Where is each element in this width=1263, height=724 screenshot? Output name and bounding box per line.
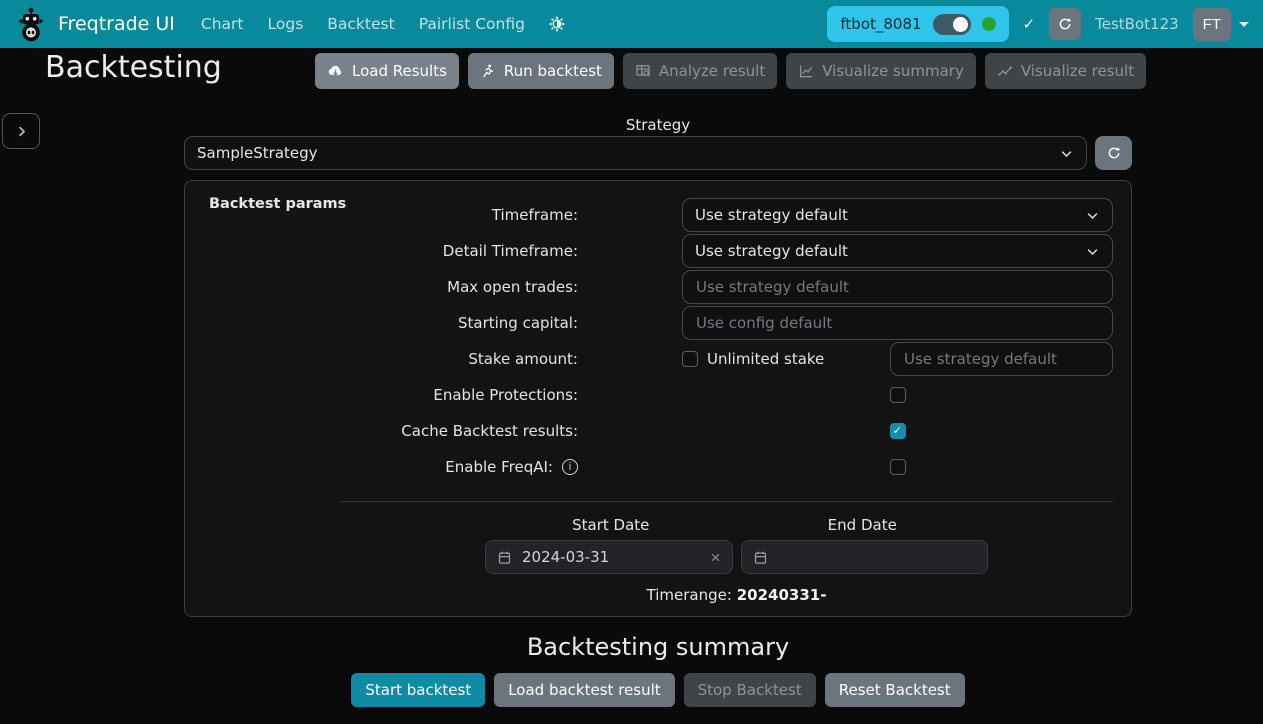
load-backtest-result-button[interactable]: Load backtest result xyxy=(494,673,674,707)
nav-link-backtest[interactable]: Backtest xyxy=(327,15,394,33)
backtesting-page: Freqtrade UI Chart Logs Backtest Pairlis… xyxy=(0,0,1263,724)
end-date-input[interactable] xyxy=(741,540,989,574)
max-open-trades-row: Max open trades: xyxy=(203,269,1113,305)
navbar-right: ftbot_8081 ✓ TestBot123 FT xyxy=(827,6,1249,42)
bot-selector[interactable]: ftbot_8081 xyxy=(827,6,1008,42)
visualize-result-button[interactable]: Visualize result xyxy=(985,53,1146,89)
detail-timeframe-select[interactable]: Use strategy default xyxy=(682,234,1113,268)
analyze-result-button[interactable]: Analyze result xyxy=(623,53,777,89)
max-open-trades-label: Max open trades: xyxy=(203,278,578,296)
starting-capital-label: Starting capital: xyxy=(203,314,578,332)
top-navbar: Freqtrade UI Chart Logs Backtest Pairlis… xyxy=(0,0,1263,48)
cache-results-checkbox[interactable]: ✓ xyxy=(890,423,906,439)
strategy-label: Strategy xyxy=(184,116,1132,134)
timerange-section: Start Date End Date 2024-03-31 × xyxy=(485,516,988,604)
chevron-down-icon xyxy=(1085,208,1100,223)
timeframe-select[interactable]: Use strategy default xyxy=(682,198,1113,232)
end-date-label: End Date xyxy=(737,516,989,534)
timerange-display: Timerange: 20240331- xyxy=(485,586,988,604)
calendar-icon xyxy=(497,550,512,565)
start-date-label: Start Date xyxy=(485,516,737,534)
run-backtest-button[interactable]: Run backtest xyxy=(468,53,614,89)
visualize-summary-button[interactable]: Visualize summary xyxy=(786,53,976,89)
enable-freqai-checkbox[interactable] xyxy=(890,459,906,475)
max-open-trades-input[interactable] xyxy=(682,270,1113,304)
refresh-all-button[interactable] xyxy=(1049,8,1081,40)
reload-strategies-button[interactable] xyxy=(1095,136,1132,170)
toggle-knob xyxy=(953,17,968,32)
chevron-down-icon xyxy=(1059,146,1074,161)
cloud-download-icon xyxy=(327,63,344,80)
check-icon: ✓ xyxy=(1023,15,1036,33)
calendar-icon xyxy=(753,550,768,565)
theme-toggle-icon[interactable] xyxy=(547,14,567,34)
stake-amount-row: Stake amount: Unlimited stake xyxy=(203,341,1113,377)
enable-protections-label: Enable Protections: xyxy=(203,386,578,404)
starting-capital-input[interactable] xyxy=(682,306,1113,340)
cache-results-label: Cache Backtest results: xyxy=(203,422,578,440)
strategy-select[interactable]: SampleStrategy xyxy=(184,136,1087,170)
info-icon[interactable]: i xyxy=(562,459,578,475)
stake-amount-input[interactable] xyxy=(890,342,1113,376)
check-icon: ✓ xyxy=(893,425,903,437)
unlimited-stake-checkbox[interactable] xyxy=(682,351,698,367)
brand-title: Freqtrade UI xyxy=(58,13,175,35)
backtest-setup: Strategy SampleStrategy Backtest params … xyxy=(184,110,1132,707)
stake-amount-label: Stake amount: xyxy=(203,350,578,368)
enable-freqai-label: Enable FreqAI: xyxy=(445,458,553,476)
header-actions: Load Results Run backtest Analyze resu xyxy=(315,53,1146,89)
load-results-button[interactable]: Load Results xyxy=(315,53,459,89)
page-title: Backtesting xyxy=(45,50,222,85)
divider xyxy=(340,501,1113,502)
summary-title: Backtesting summary xyxy=(184,633,1132,661)
nav-link-pairlist-config[interactable]: Pairlist Config xyxy=(419,15,525,33)
start-date-value: 2024-03-31 xyxy=(522,548,609,566)
expand-sidebar-button[interactable] xyxy=(2,113,40,149)
chevron-right-icon xyxy=(14,124,29,139)
panel-title: Backtest params xyxy=(209,196,346,212)
params-form: Timeframe: Use strategy default Detail T… xyxy=(185,181,1131,485)
freqtrade-robot-logo-icon xyxy=(14,6,48,42)
enable-protections-row: Enable Protections: xyxy=(203,377,1113,413)
nav-link-logs[interactable]: Logs xyxy=(268,15,304,33)
detail-timeframe-row: Detail Timeframe: Use strategy default xyxy=(203,233,1113,269)
summary-actions: Start backtest Load backtest result Stop… xyxy=(184,673,1132,707)
run-icon xyxy=(480,63,496,79)
enable-freqai-row: Enable FreqAI: i xyxy=(203,449,1113,485)
strategy-row: SampleStrategy xyxy=(184,136,1132,170)
table-search-icon xyxy=(635,63,651,79)
cache-results-row: Cache Backtest results: ✓ xyxy=(203,413,1113,449)
detail-timeframe-label: Detail Timeframe: xyxy=(203,242,578,260)
brand[interactable]: Freqtrade UI xyxy=(14,6,175,42)
backtest-params-panel: Backtest params Timeframe: Use strategy … xyxy=(184,180,1132,617)
scatter-chart-icon xyxy=(997,63,1013,79)
start-backtest-button[interactable]: Start backtest xyxy=(351,673,485,707)
nav-link-chart[interactable]: Chart xyxy=(201,15,244,33)
online-status-dot xyxy=(982,17,996,31)
avatar: FT xyxy=(1193,8,1231,41)
line-chart-icon xyxy=(798,63,814,79)
clear-start-date-button[interactable]: × xyxy=(711,549,721,566)
nav-links: Chart Logs Backtest Pairlist Config xyxy=(201,15,525,33)
starting-capital-row: Starting capital: xyxy=(203,305,1113,341)
username-label: TestBot123 xyxy=(1095,15,1179,33)
reset-backtest-button[interactable]: Reset Backtest xyxy=(825,673,965,707)
user-menu-button[interactable]: FT xyxy=(1193,8,1249,41)
start-date-input[interactable]: 2024-03-31 × xyxy=(485,540,733,574)
unlimited-stake-option[interactable]: Unlimited stake xyxy=(682,350,824,368)
chevron-down-icon xyxy=(1239,22,1249,27)
bot-toggle[interactable] xyxy=(933,14,971,35)
timerange-value: 20240331- xyxy=(737,586,827,604)
enable-protections-checkbox[interactable] xyxy=(890,387,906,403)
stop-backtest-button[interactable]: Stop Backtest xyxy=(684,673,816,707)
bot-name: ftbot_8081 xyxy=(840,15,921,33)
chevron-down-icon xyxy=(1085,244,1100,259)
